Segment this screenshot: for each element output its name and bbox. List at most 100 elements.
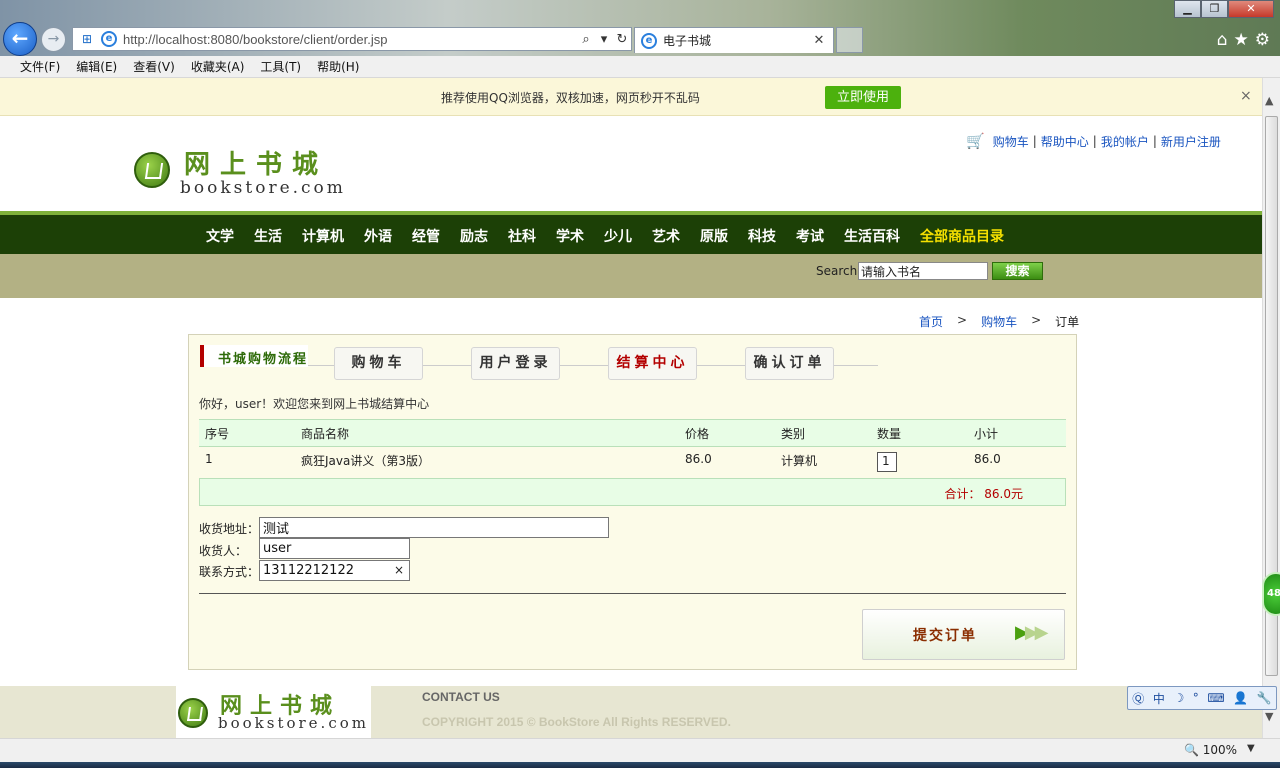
link-my-account[interactable]: 我的帐户 [1101, 133, 1149, 150]
receiver-input[interactable] [259, 538, 410, 559]
forward-button[interactable]: → [41, 27, 66, 52]
cell-subtotal: 86.0 [974, 452, 1001, 466]
tab-ie-icon: e [641, 32, 657, 49]
link-help-center[interactable]: 帮助中心 [1041, 133, 1089, 150]
search-button[interactable]: 搜索 [992, 262, 1043, 280]
scroll-up-icon[interactable]: ▲ [1265, 94, 1273, 107]
submit-order-label: 提交订单 [913, 628, 977, 644]
compat-view-icon[interactable]: ⊞ [79, 31, 95, 47]
nav-item-technology[interactable]: 科技 [748, 226, 776, 246]
search-icon[interactable]: ⌕ [577, 32, 595, 47]
os-taskbar [0, 762, 1280, 768]
nav-item-literature[interactable]: 文学 [206, 226, 234, 246]
address-bar[interactable]: ⊞ e http://localhost:8080/bookstore/clie… [72, 27, 632, 51]
col-category: 类别 [775, 419, 871, 447]
table-row: 1 疯狂Java讲义（第3版） 86.0 计算机 1 86.0 [199, 447, 1066, 479]
nav-item-children[interactable]: 少儿 [604, 226, 632, 246]
breadcrumb-home[interactable]: 首页 [919, 313, 943, 330]
breadcrumb-separator: > [1031, 313, 1042, 327]
copyright-text: COPYRIGHT 2015 © BookStore All Rights RE… [422, 715, 731, 729]
nav-item-life[interactable]: 生活 [254, 226, 282, 246]
site-logo[interactable]: 网上书城 bookstore.com [134, 132, 354, 198]
breadcrumb-cart[interactable]: 购物车 [981, 313, 1017, 330]
step-login: 用户登录 [471, 347, 560, 380]
link-register[interactable]: 新用户注册 [1161, 133, 1221, 150]
ime-chinese-mode[interactable]: 中 [1153, 690, 1165, 707]
ime-user-icon[interactable]: 👤 [1233, 691, 1248, 705]
browser-tab[interactable]: e 电子书城 ✕ [634, 27, 834, 53]
nav-item-computer[interactable]: 计算机 [302, 226, 344, 246]
phone-input[interactable] [259, 560, 410, 581]
contact-us-link[interactable]: CONTACT US [422, 690, 500, 704]
quantity-field[interactable]: 1 [877, 452, 897, 472]
logo-chinese-text: 网上书城 [184, 150, 329, 180]
url-text[interactable]: http://localhost:8080/bookstore/client/o… [123, 32, 577, 47]
col-no: 序号 [199, 419, 295, 447]
col-price: 价格 [679, 419, 775, 447]
category-nav: 文学 生活 计算机 外语 经管 励志 社科 学术 少儿 艺术 原版 科技 考试 … [0, 211, 1262, 254]
menu-edit[interactable]: 编辑(E) [76, 58, 117, 75]
search-input[interactable] [858, 262, 988, 280]
floating-badge[interactable]: 48 [1262, 572, 1280, 616]
ime-keyboard-icon[interactable]: ⌨ [1207, 691, 1224, 705]
clear-input-icon[interactable]: × [394, 563, 404, 577]
close-window-button[interactable]: ✕ [1228, 0, 1274, 18]
address-label: 收货地址： [199, 522, 260, 536]
settings-gear-icon[interactable]: ⚙ [1255, 30, 1270, 50]
new-tab-button[interactable] [836, 27, 863, 53]
nav-item-original[interactable]: 原版 [700, 226, 728, 246]
page-content: 网上书城 bookstore.com 🛒 购物车 | 帮助中心 | 我的帐户 |… [0, 116, 1262, 738]
step-checkout-active: 结算中心 [608, 347, 697, 380]
cell-category: 计算机 [781, 454, 818, 468]
menu-favorites[interactable]: 收藏夹(A) [191, 58, 245, 75]
ime-moon-icon[interactable]: ☽ [1173, 691, 1184, 705]
nav-item-all-products[interactable]: 全部商品目录 [920, 226, 1004, 246]
nav-item-social-science[interactable]: 社科 [508, 226, 536, 246]
nav-item-foreign-language[interactable]: 外语 [364, 226, 392, 246]
footer-logo-english-text: bookstore.com [218, 714, 369, 732]
address-input[interactable] [259, 517, 609, 538]
scroll-down-icon[interactable]: ▼ [1265, 710, 1273, 723]
nav-item-exam[interactable]: 考试 [796, 226, 824, 246]
steps-title: 书城购物流程 [200, 345, 308, 367]
refresh-icon[interactable]: ↻ [613, 32, 631, 47]
zoom-dropdown-icon[interactable]: ▼ [1247, 743, 1255, 754]
nav-item-academic[interactable]: 学术 [556, 226, 584, 246]
breadcrumb: 首页 > 购物车 > 订单 [919, 313, 1079, 330]
menu-view[interactable]: 查看(V) [133, 58, 175, 75]
menu-tools[interactable]: 工具(T) [260, 58, 301, 75]
infobar-close-icon[interactable]: × [1240, 88, 1252, 104]
ime-toolbar: Ⓠ 中 ☽ ° ⌨ 👤 🔧 [1127, 686, 1277, 710]
order-table: 序号 商品名称 价格 类别 数量 小计 1 疯狂Java讲义（第3版） 86.0… [199, 419, 1066, 479]
favorites-star-icon[interactable]: ★ [1234, 30, 1249, 50]
use-now-button[interactable]: 立即使用 [825, 86, 901, 109]
minimize-button[interactable]: ▁ [1174, 0, 1201, 18]
footer: 网上书城 bookstore.com CONTACT US COPYRIGHT … [0, 686, 1262, 738]
menu-file[interactable]: 文件(F) [20, 58, 60, 75]
ime-settings-icon[interactable]: 🔧 [1257, 691, 1272, 705]
breadcrumb-separator: > [957, 313, 968, 327]
link-cart[interactable]: 购物车 [993, 133, 1029, 150]
menu-help[interactable]: 帮助(H) [317, 58, 359, 75]
tab-title: 电子书城 [663, 34, 712, 48]
infobar-text: 推荐使用QQ浏览器，双核加速，网页秒开不乱码 [441, 91, 700, 105]
phone-label: 联系方式： [199, 565, 260, 579]
ime-punctuation-icon[interactable]: ° [1193, 691, 1199, 705]
vertical-scrollbar[interactable]: ▲ ▼ [1262, 78, 1280, 738]
home-icon[interactable]: ⌂ [1217, 30, 1228, 50]
submit-order-button[interactable]: 提交订单 ▶▶▶ [862, 609, 1065, 660]
nav-item-business[interactable]: 经管 [412, 226, 440, 246]
top-links: 🛒 购物车 | 帮助中心 | 我的帐户 | 新用户注册 [966, 132, 1221, 150]
cell-price: 86.0 [685, 452, 712, 466]
tab-close-icon[interactable]: ✕ [811, 33, 827, 48]
maximize-button[interactable]: ❐ [1201, 0, 1228, 18]
zoom-value: 100% [1202, 743, 1238, 757]
zoom-level[interactable]: 🔍 100% [1184, 743, 1237, 757]
back-button[interactable]: ← [3, 22, 37, 56]
dropdown-icon[interactable]: ▾ [595, 32, 613, 47]
nav-item-art[interactable]: 艺术 [652, 226, 680, 246]
nav-item-inspiration[interactable]: 励志 [460, 226, 488, 246]
ime-logo-icon[interactable]: Ⓠ [1132, 690, 1144, 707]
cell-no: 1 [205, 452, 213, 466]
nav-item-encyclopedia[interactable]: 生活百科 [844, 226, 900, 246]
